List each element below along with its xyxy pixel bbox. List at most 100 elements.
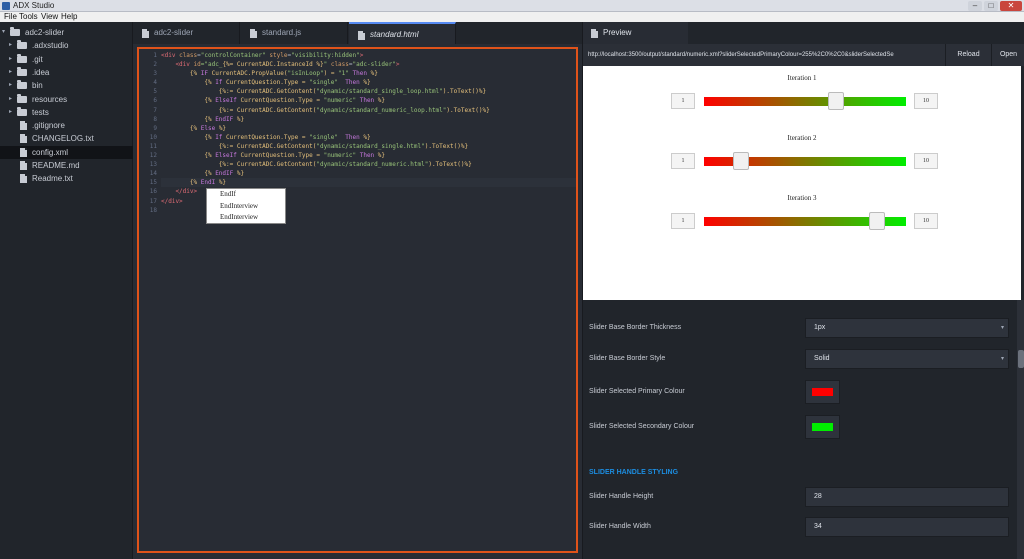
slider-handle[interactable]	[732, 152, 749, 170]
file-tree-item[interactable]: Readme.txt	[0, 172, 133, 185]
code-token: Then	[359, 152, 375, 160]
code-line[interactable]: {% EndI %}	[161, 178, 576, 188]
code-line[interactable]: {% EndIF %}	[161, 169, 576, 178]
code-line[interactable]: {%:= CurrentADC.GetContent("dynamic/stan…	[161, 106, 576, 115]
line-number-gutter: 1 2 3 4 5 6 7 8 9 10 11 12 13 14 15 16 17 18	[139, 51, 157, 215]
properties-scrollbar[interactable]	[1017, 300, 1024, 559]
slider-selected-secondary-colour-picker[interactable]	[805, 415, 840, 439]
tree-item-label: .gitignore	[32, 121, 65, 131]
code-line[interactable]: {% IF CurrentADC.PropValue("isInLoop") =…	[161, 69, 576, 78]
code-token: </div>	[161, 197, 183, 205]
preview-url-bar: http://localhost:3500/output/standard/nu…	[583, 44, 1024, 66]
code-token: {%	[161, 152, 216, 160]
editor-pane: adc2-slider standard.js standard.html 1234…	[133, 22, 582, 559]
folder-tree-item[interactable]: ▸ .adxstudio	[0, 39, 133, 52]
folder-tree-item[interactable]: ▸ .git	[0, 53, 133, 66]
code-token: "isInLoop"	[287, 70, 324, 78]
code-token: class	[330, 61, 349, 69]
code-line[interactable]: {% If CurrentQuestion.Type = "single" Th…	[161, 133, 576, 142]
scrollbar-thumb[interactable]	[1018, 350, 1024, 368]
code-line[interactable]: {%:= CurrentADC.GetContent("dynamic/stan…	[161, 87, 576, 96]
folder-tree-item[interactable]: ▸ tests	[0, 106, 133, 119]
code-token: "dynamic/standard_single_loop.html"	[316, 88, 443, 96]
code-token: {%	[161, 97, 216, 105]
preview-url-input[interactable]: http://localhost:3500/output/standard/nu…	[588, 44, 943, 66]
file-tree-item[interactable]: .gitignore	[0, 119, 133, 132]
code-line[interactable]: <div id="adc_{%= CurrentADC.InstanceId %…	[161, 60, 576, 69]
code-token: class	[179, 52, 198, 59]
code-editor[interactable]: 1 2 3 4 5 6 7 8 9 10 11 12 13 14 15 16 17 18 <div class="…	[137, 47, 578, 553]
folder-icon	[17, 80, 27, 90]
autocomplete-item[interactable]: EndInterview	[207, 201, 285, 213]
folder-tree-item[interactable]: ▸ bin	[0, 79, 133, 92]
menu-file[interactable]: File	[4, 12, 17, 22]
file-icon	[20, 134, 27, 144]
autocomplete-item[interactable]: EndInterview	[207, 212, 285, 224]
minimize-button[interactable]: –	[968, 1, 982, 11]
menu-view[interactable]: View	[41, 12, 58, 22]
slider-handle-width-input[interactable]: 34	[805, 517, 1009, 537]
folder-icon	[10, 27, 20, 36]
code-line[interactable]: {% Else %}	[161, 124, 576, 133]
chevron-right-icon[interactable]: ▸	[9, 66, 12, 79]
iteration-title: Iteration 3	[787, 194, 817, 202]
code-token: ) =	[323, 70, 339, 78]
autocomplete-item[interactable]: EndIf	[207, 189, 285, 201]
property-label: Slider Selected Primary Colour	[589, 388, 685, 395]
maximize-button[interactable]: □	[984, 1, 998, 11]
line-number: 15	[149, 179, 157, 187]
file-tree-item[interactable]: CHANGELOG.txt	[0, 132, 133, 145]
line-number: 5	[153, 88, 157, 96]
chevron-down-icon[interactable]: ▾	[2, 26, 5, 39]
close-button[interactable]: ✕	[1000, 1, 1022, 11]
open-button[interactable]: Open	[991, 44, 1024, 66]
code-line[interactable]: <div class="controlContainer" style="vis…	[161, 51, 576, 60]
tab-label: adc2-slider	[154, 28, 194, 37]
code-line[interactable]: {% If CurrentQuestion.Type = "single" Th…	[161, 78, 576, 87]
tree-item-label: .git	[32, 54, 43, 64]
file-tree-item[interactable]: config.xml	[0, 145, 133, 159]
reload-button[interactable]: Reload	[945, 44, 991, 66]
folder-tree-item[interactable]: ▸ .idea	[0, 66, 133, 79]
tab-preview[interactable]: Preview	[583, 22, 688, 44]
slider-handle-height-input[interactable]: 28	[805, 487, 1009, 507]
editor-tab[interactable]: standard.js	[241, 22, 348, 44]
slider-track[interactable]	[704, 97, 906, 106]
chevron-right-icon[interactable]: ▸	[9, 39, 12, 52]
code-line[interactable]: {% EndIF %}	[161, 115, 576, 124]
code-token: %}	[233, 115, 245, 123]
code-token: CurrentQuestion.Type =	[236, 97, 324, 105]
chevron-right-icon[interactable]: ▸	[9, 79, 12, 92]
chevron-right-icon[interactable]: ▸	[9, 106, 12, 119]
folder-tree-item[interactable]: ▸ resources	[0, 93, 133, 106]
menu-tools[interactable]: Tools	[19, 12, 38, 22]
properties-panel: Slider Base Border Thickness 1px ▾ Slider B…	[583, 300, 1021, 559]
slider-handle[interactable]	[869, 212, 886, 230]
tab-label: standard.js	[262, 28, 302, 37]
editor-tab[interactable]: adc2-slider	[133, 22, 240, 44]
tree-item-label: .idea	[32, 67, 50, 77]
code-line[interactable]: {%:= CurrentADC.GetContent("dynamic/stan…	[161, 142, 576, 151]
slider-base-border-thickness-select[interactable]: 1px ▾	[805, 318, 1009, 338]
code-token: "visibility:hidden"	[291, 52, 360, 59]
folder-icon	[17, 53, 27, 63]
code-line[interactable]: {% ElseIf CurrentQuestion.Type = "numeri…	[161, 151, 576, 160]
chevron-right-icon[interactable]: ▸	[9, 53, 12, 66]
folder-tree-item[interactable]: ▾ adc2-slider	[0, 26, 133, 39]
code-token: %}	[366, 70, 378, 78]
chevron-right-icon[interactable]: ▸	[9, 93, 12, 106]
code-token: {%	[161, 115, 216, 123]
code-line[interactable]: {%:= CurrentADC.GetContent("dynamic/stan…	[161, 160, 576, 169]
code-line[interactable]: {% ElseIf CurrentQuestion.Type = "numeri…	[161, 96, 576, 105]
code-token: {%	[161, 79, 216, 87]
slider-base-border-style-select[interactable]: Solid ▾	[805, 349, 1009, 369]
file-icon	[250, 29, 257, 38]
editor-tab[interactable]: standard.html	[349, 22, 456, 44]
file-tree-item[interactable]: README.md	[0, 159, 133, 172]
slider-handle[interactable]	[828, 92, 844, 110]
autocomplete-popup: EndIf EndInterview EndInterview	[206, 188, 286, 224]
slider-min-label: 1	[671, 213, 695, 229]
slider-selected-primary-colour-picker[interactable]	[805, 380, 840, 404]
menu-help[interactable]: Help	[61, 12, 77, 22]
line-number: 16	[149, 188, 157, 196]
